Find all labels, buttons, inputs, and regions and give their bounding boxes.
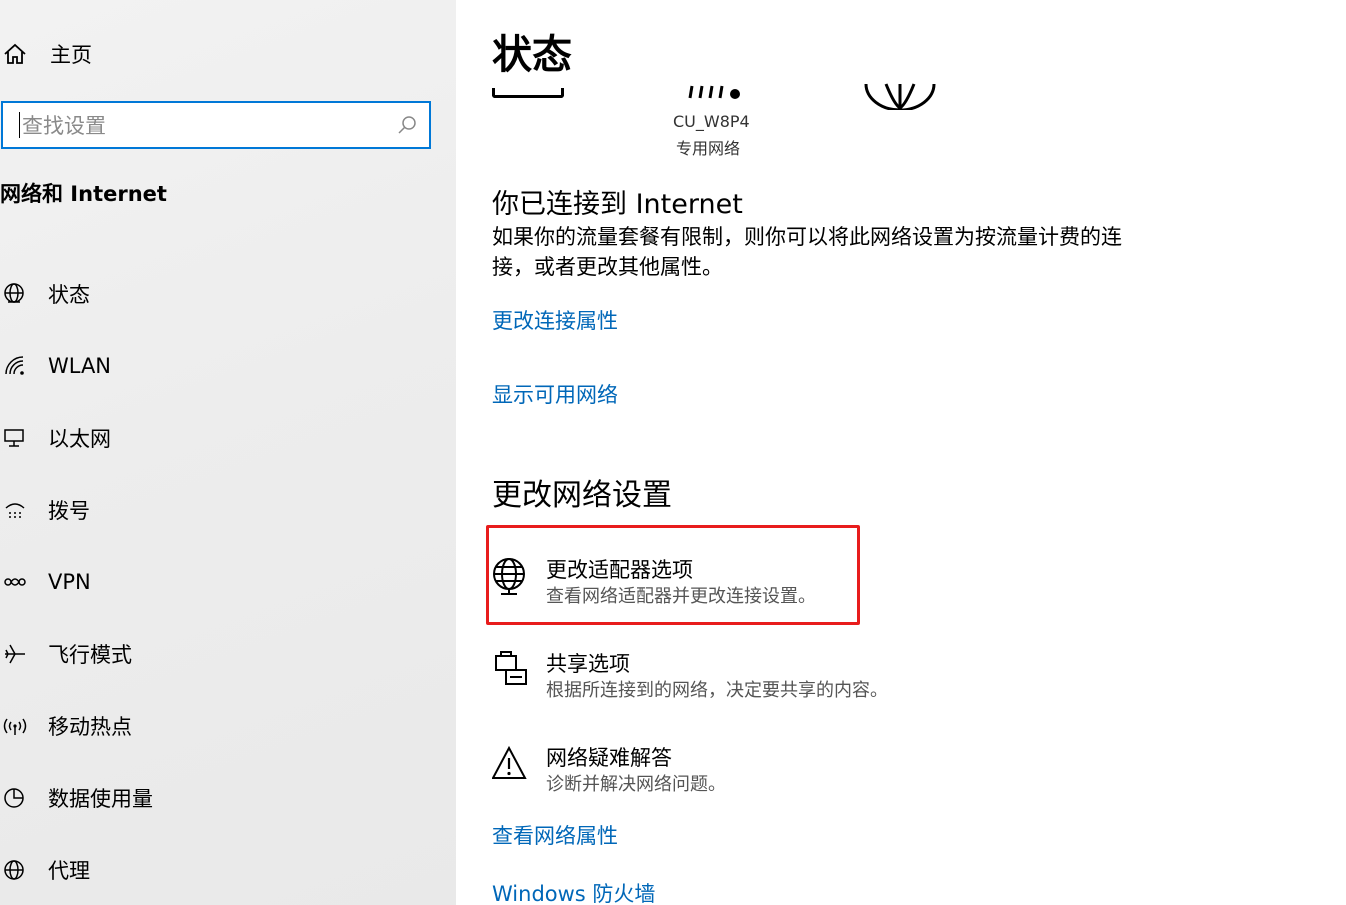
sidebar-item-label: 拨号: [48, 499, 90, 523]
hotspot-icon: [0, 711, 30, 741]
show-available-networks-link[interactable]: 显示可用网络: [492, 379, 618, 409]
wifi-icon: [0, 351, 30, 381]
text-cursor: [19, 112, 20, 138]
page-title: 状态: [492, 32, 572, 78]
network-type: 专用网络: [676, 139, 741, 158]
network-troubleshooter[interactable]: 网络疑难解答 诊断并解决网络问题。: [491, 744, 726, 798]
dialup-icon: [0, 495, 30, 525]
option-title: 共享选项: [546, 652, 630, 676]
sidebar: 主页 查找设置 网络和 Internet 状态 WLAN 以太网 拨号 VPN …: [0, 0, 456, 905]
sidebar-item-dialup[interactable]: 拨号: [0, 474, 456, 546]
airplane-icon: [0, 639, 30, 669]
wifi-signal-icon: [686, 80, 746, 106]
home-nav-item[interactable]: 主页: [0, 36, 92, 72]
sidebar-item-label: 以太网: [48, 427, 111, 451]
internet-globe-icon: [864, 82, 936, 114]
warning-icon: [491, 744, 528, 784]
sidebar-item-label: 数据使用量: [48, 787, 153, 811]
connected-description: 如果你的流量套餐有限制，则你可以将此网络设置为按流量计费的连接，或者更改其他属性…: [492, 225, 1122, 279]
option-title: 更改适配器选项: [546, 558, 693, 582]
globe-icon: [0, 855, 30, 885]
sharing-options[interactable]: 共享选项 根据所连接到的网络，决定要共享的内容。: [492, 650, 888, 704]
sidebar-item-label: 状态: [48, 283, 90, 307]
sidebar-item-label: WLAN: [48, 354, 112, 378]
sidebar-item-status[interactable]: 状态: [0, 258, 456, 330]
sharing-icon: [492, 650, 528, 690]
sidebar-item-ethernet[interactable]: 以太网: [0, 402, 456, 474]
option-description: 查看网络适配器并更改连接设置。: [546, 586, 816, 607]
sidebar-item-label: 移动热点: [48, 715, 132, 739]
sidebar-item-airplane[interactable]: 飞行模式: [0, 618, 456, 690]
connected-heading: 你已连接到 Internet: [492, 189, 743, 220]
option-description: 诊断并解决网络问题。: [546, 774, 726, 795]
sidebar-item-label: 飞行模式: [48, 643, 132, 667]
ethernet-adapter-icon: [492, 88, 564, 98]
option-title: 网络疑难解答: [546, 746, 672, 770]
sidebar-nav: 状态 WLAN 以太网 拨号 VPN 飞行模式 移动热点 数据使用量 代理: [0, 258, 456, 905]
search-placeholder: 查找设置: [22, 114, 106, 138]
search-input[interactable]: 查找设置: [1, 101, 431, 149]
change-connection-properties-link[interactable]: 更改连接属性: [492, 305, 618, 335]
option-description: 根据所连接到的网络，决定要共享的内容。: [546, 680, 888, 701]
data-usage-icon: [0, 783, 30, 813]
adapter-globe-icon: [492, 556, 528, 596]
sidebar-item-proxy[interactable]: 代理: [0, 834, 456, 905]
sidebar-item-label: 代理: [48, 859, 90, 883]
vpn-icon: [0, 567, 30, 597]
change-adapter-options[interactable]: 更改适配器选项 查看网络适配器并更改连接设置。: [492, 556, 816, 610]
sidebar-item-hotspot[interactable]: 移动热点: [0, 690, 456, 762]
sidebar-item-wlan[interactable]: WLAN: [0, 330, 456, 402]
network-name: CU_W8P4: [673, 112, 750, 131]
change-network-settings-heading: 更改网络设置: [492, 478, 672, 513]
sidebar-item-label: VPN: [48, 570, 91, 594]
main-panel: 状态 CU_W8P4 专用网络 你已连接到 Internet 如果你的流量套餐有…: [456, 0, 1346, 905]
globe-icon: [0, 279, 30, 309]
home-label: 主页: [50, 43, 92, 67]
search-icon[interactable]: [397, 115, 417, 135]
sidebar-item-vpn[interactable]: VPN: [0, 546, 456, 618]
windows-firewall-link[interactable]: Windows 防火墙: [492, 878, 655, 905]
view-network-properties-link[interactable]: 查看网络属性: [492, 820, 618, 850]
sidebar-item-data-usage[interactable]: 数据使用量: [0, 762, 456, 834]
section-title: 网络和 Internet: [0, 182, 167, 206]
ethernet-icon: [0, 423, 30, 453]
home-icon: [0, 41, 30, 67]
